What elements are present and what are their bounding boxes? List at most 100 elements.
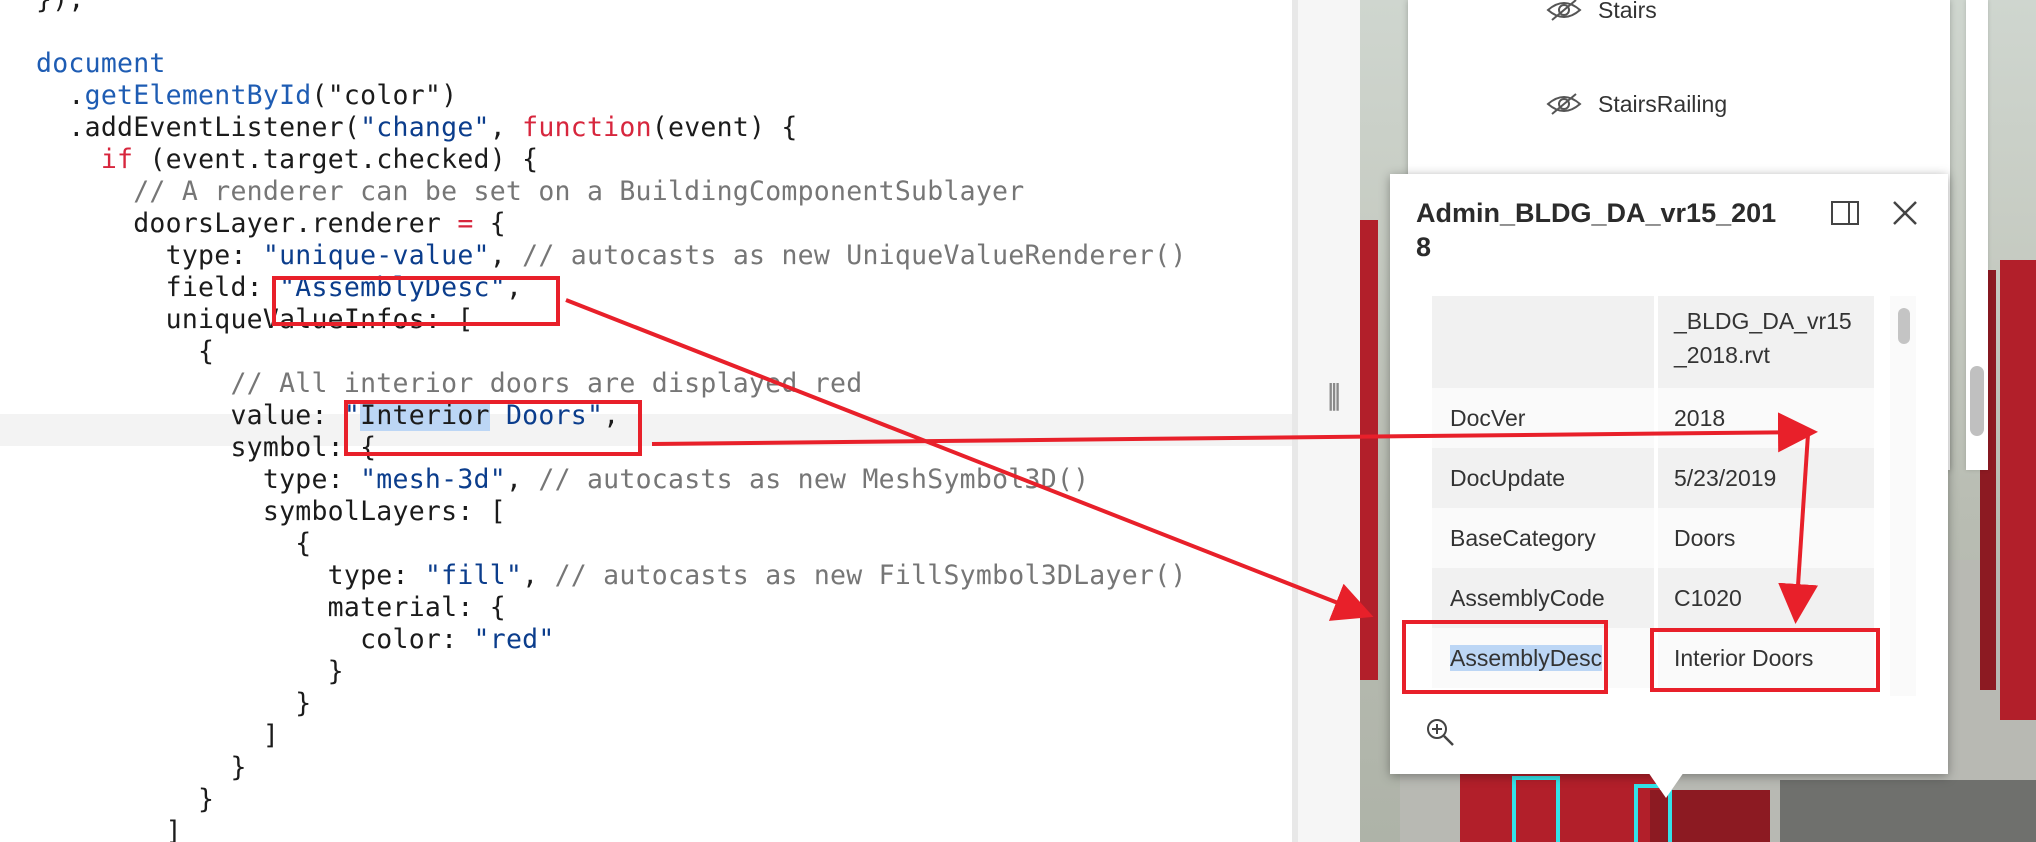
code-token: ,: [505, 272, 523, 303]
code-token: ,: [603, 400, 620, 431]
code-line[interactable]: doorsLayer.renderer = {: [0, 208, 1187, 240]
code-token: type:: [36, 560, 425, 591]
code-token: function: [522, 112, 652, 143]
value-line: _2018.rvt: [1674, 342, 1770, 368]
code-token: document: [36, 48, 166, 79]
code-line[interactable]: }: [0, 688, 1187, 720]
table-cell-value: C1020: [1674, 585, 1742, 611]
code-line[interactable]: material: {: [0, 592, 1187, 624]
table-cell-key: BaseCategory: [1450, 525, 1596, 551]
code-token: value:: [36, 400, 344, 431]
code-editor[interactable]: }); document .getElementById("color") .ad…: [0, 0, 1292, 842]
code-line[interactable]: if (event.target.checked) {: [0, 144, 1187, 176]
code-token: }: [36, 688, 312, 719]
code-token: .: [36, 80, 85, 111]
code-line[interactable]: }: [0, 656, 1187, 688]
code-line[interactable]: }: [0, 752, 1187, 784]
attribute-table[interactable]: _BLDG_DA_vr15 _2018.rvt DocVer 2018 DocU…: [1432, 296, 1874, 696]
code-line[interactable]: });: [0, 0, 1187, 16]
scene-wall: [2000, 260, 2036, 720]
code-line[interactable]: type: "mesh-3d", // autocasts as new Mes…: [0, 464, 1187, 496]
popup-scroll-track[interactable]: [1890, 296, 1916, 696]
code-token: {: [36, 528, 312, 559]
layer-list-scrollbar[interactable]: [1970, 366, 1984, 436]
selected-door-outline: [1512, 776, 1560, 842]
eye-slash-icon[interactable]: [1546, 0, 1582, 22]
code-line[interactable]: .addEventListener("change", function(eve…: [0, 112, 1187, 144]
row-separator: [1654, 448, 1658, 508]
code-token: ,: [522, 560, 555, 591]
table-cell-value: 2018: [1674, 405, 1726, 431]
code-line[interactable]: type: "fill", // autocasts as new FillSy…: [0, 560, 1187, 592]
code-line[interactable]: color: "red": [0, 624, 1187, 656]
code-token: // autocasts as new UniqueValueRenderer(…: [522, 240, 1187, 271]
value-line: _BLDG_DA_vr15: [1674, 308, 1852, 334]
code-token: field:: [36, 272, 280, 303]
code-token: ]: [36, 816, 182, 842]
popup-title: Admin_BLDG_DA_vr15_2018: [1416, 198, 1777, 262]
table-cell-key: DocVer: [1450, 405, 1526, 431]
code-token: ,: [489, 240, 523, 271]
code-line[interactable]: [0, 16, 1187, 48]
layer-item-label: StairsRailing: [1598, 90, 1728, 117]
layer-item-stairs[interactable]: Stairs: [1546, 0, 1657, 30]
code-content[interactable]: }); document .getElementById("color") .ad…: [0, 0, 1187, 842]
table-row: AssemblyCode C1020: [1432, 568, 1874, 628]
splitter-grip-icon[interactable]: |||: [1326, 378, 1343, 411]
code-token: (event) {: [651, 112, 798, 143]
code-line[interactable]: ]: [0, 720, 1187, 752]
code-token: ("color"): [311, 80, 458, 111]
table-cell-value: _BLDG_DA_vr15 _2018.rvt: [1674, 304, 1852, 372]
code-token: "red": [473, 624, 555, 655]
code-token: // autocasts as new FillSymbol3DLayer(): [554, 560, 1187, 591]
selected-key-text: AssemblyDesc: [1450, 645, 1603, 671]
code-token: }: [36, 784, 215, 815]
eye-slash-icon[interactable]: [1546, 92, 1582, 116]
zoom-in-icon[interactable]: [1424, 716, 1456, 748]
code-line[interactable]: symbol: {: [0, 432, 1187, 464]
code-line[interactable]: {: [0, 528, 1187, 560]
row-separator: [1654, 296, 1658, 388]
code-token: ,: [489, 112, 523, 143]
code-token: uniqueValueInfos: [: [36, 304, 474, 335]
code-token: type:: [36, 464, 361, 495]
code-token: "change": [360, 112, 490, 143]
row-separator: [1654, 568, 1658, 628]
code-line[interactable]: ]: [0, 816, 1187, 842]
row-separator: [1654, 628, 1658, 688]
code-token: });: [36, 0, 85, 15]
code-token: {: [36, 336, 215, 367]
code-line[interactable]: {: [0, 336, 1187, 368]
code-token: .addEventListener(: [36, 112, 361, 143]
code-line[interactable]: }: [0, 784, 1187, 816]
code-line[interactable]: symbolLayers: [: [0, 496, 1187, 528]
layer-item-stairsrailing[interactable]: StairsRailing: [1546, 84, 1727, 124]
code-line[interactable]: type: "unique-value", // autocasts as ne…: [0, 240, 1187, 272]
code-line[interactable]: field: "AssemblyDesc",: [0, 272, 1187, 304]
code-token: type:: [36, 240, 263, 271]
code-token: material: {: [36, 592, 506, 623]
code-line[interactable]: document: [0, 48, 1187, 80]
close-icon[interactable]: [1890, 198, 1920, 228]
feature-popup: Admin_BLDG_DA_vr15_2018 _BLDG_DA_vr15 _2…: [1390, 174, 1948, 774]
dock-side-icon[interactable]: [1830, 198, 1860, 228]
code-line[interactable]: uniqueValueInfos: [: [0, 304, 1187, 336]
table-cell-key: AssemblyCode: [1450, 585, 1605, 611]
table-cell-value: Doors: [1674, 525, 1736, 551]
code-token: getElementById: [84, 80, 312, 111]
code-line[interactable]: .getElementById("color"): [0, 80, 1187, 112]
table-row: DocVer 2018: [1432, 388, 1874, 448]
code-line[interactable]: // All interior doors are displayed red: [0, 368, 1187, 400]
pane-splitter[interactable]: [1298, 0, 1360, 842]
table-row: AssemblyDesc Interior Doors: [1432, 628, 1874, 688]
code-token: }: [36, 656, 344, 687]
code-token: {: [473, 208, 506, 239]
popup-scrollbar-thumb[interactable]: [1898, 308, 1910, 344]
code-token: Doors": [489, 400, 604, 431]
scene-door: [1460, 770, 1660, 842]
code-line[interactable]: value: "Interior Doors",: [0, 400, 1187, 432]
code-token: ]: [36, 720, 280, 751]
code-token: }: [36, 752, 247, 783]
code-line[interactable]: // A renderer can be set on a BuildingCo…: [0, 176, 1187, 208]
code-token: // autocasts as new MeshSymbol3D(): [538, 464, 1090, 495]
